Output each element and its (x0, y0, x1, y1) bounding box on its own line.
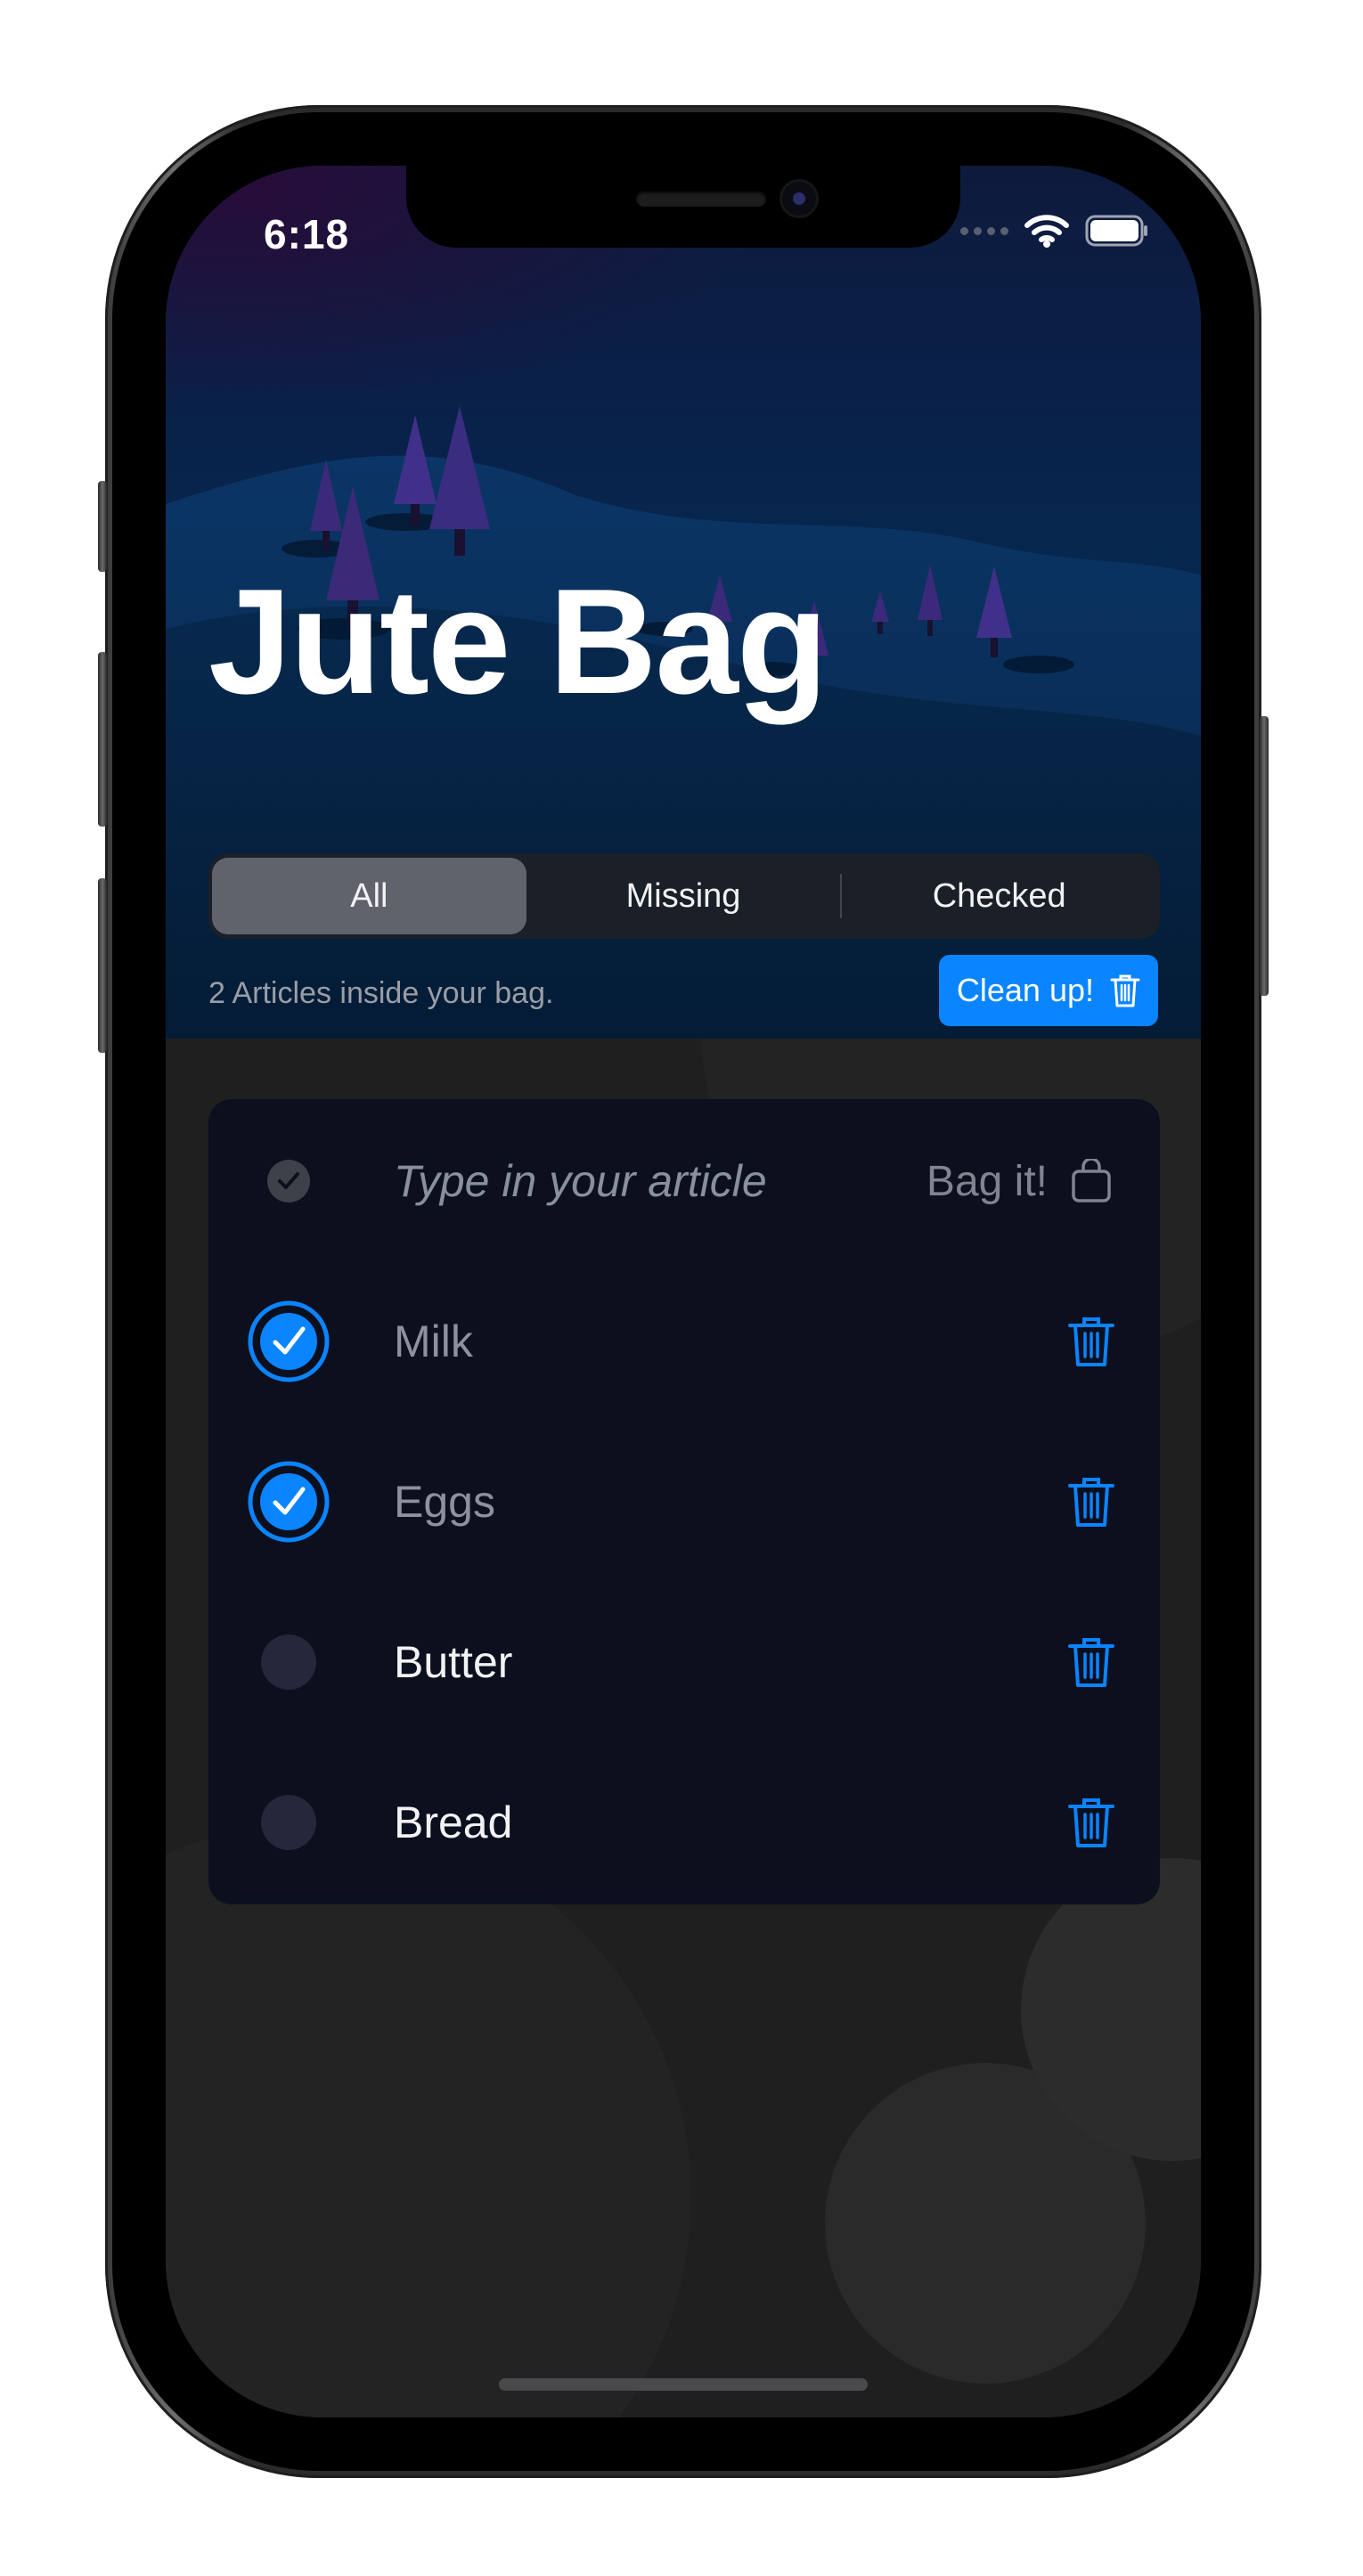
bezel: 6:18 Jute Bag All Missing Checked 2 Arti… (112, 112, 1254, 2471)
unchecked-circle-icon[interactable] (248, 1781, 330, 1863)
screen: 6:18 Jute Bag All Missing Checked 2 Arti… (166, 166, 1201, 2417)
cellular-signal-icon (960, 226, 1008, 235)
list-item: Butter (208, 1582, 1160, 1742)
trash-icon[interactable] (1067, 1475, 1115, 1528)
segment-label: Checked (932, 876, 1066, 915)
front-camera (782, 182, 816, 216)
articles-count-text: 2 Articles inside your bag. (208, 976, 554, 1010)
volume-up-button (98, 652, 107, 827)
home-indicator[interactable] (499, 2378, 868, 2391)
power-button (1260, 716, 1269, 996)
clean-up-label: Clean up! (956, 972, 1094, 1008)
volume-down-button (98, 878, 107, 1053)
item-label: Eggs (394, 1477, 495, 1527)
segment-checked[interactable]: Checked (842, 858, 1156, 934)
checkmark-circle-icon (267, 1160, 310, 1202)
notch (406, 166, 960, 248)
clean-up-button[interactable]: Clean up! (938, 955, 1158, 1026)
item-label: Bread (394, 1797, 513, 1847)
item-label: Milk (394, 1317, 473, 1366)
unchecked-circle-icon[interactable] (248, 1621, 330, 1703)
battery-icon (1085, 215, 1147, 247)
list-item: Eggs (208, 1422, 1160, 1582)
speaker-grille (636, 191, 766, 207)
item-label: Butter (394, 1637, 513, 1687)
new-article-row: Type in your article Bag it! (208, 1101, 1160, 1261)
segment-label: All (350, 876, 388, 915)
segment-missing[interactable]: Missing (526, 858, 841, 934)
segment-all[interactable]: All (212, 858, 526, 934)
trash-icon[interactable] (1067, 1315, 1115, 1368)
checked-circle-icon[interactable] (248, 1461, 330, 1543)
status-icons (960, 214, 1149, 248)
hero-header: 6:18 Jute Bag All Missing Checked 2 Arti… (166, 166, 1201, 1039)
filter-segmented-control[interactable]: All Missing Checked (208, 853, 1160, 939)
bag-it-label: Bag it! (926, 1157, 1048, 1205)
checked-circle-icon[interactable] (248, 1300, 330, 1382)
phone-frame: 6:18 Jute Bag All Missing Checked 2 Arti… (98, 105, 1269, 2478)
list-item: Milk (208, 1261, 1160, 1422)
app-title: Jute Bag (208, 558, 828, 725)
articles-card: Type in your article Bag it! Milk Eggs B… (208, 1099, 1160, 1904)
list-item: Bread (208, 1742, 1160, 1903)
trash-icon[interactable] (1067, 1796, 1115, 1849)
bag-it-button[interactable]: Bag it! (926, 1101, 1112, 1261)
shopping-bag-icon (1072, 1159, 1111, 1202)
trash-icon[interactable] (1067, 1635, 1115, 1689)
segment-label: Missing (625, 876, 741, 915)
wifi-icon (1024, 215, 1069, 248)
action-button (98, 481, 107, 572)
article-input[interactable]: Type in your article (394, 1101, 767, 1261)
status-time: 6:18 (264, 211, 350, 257)
trash-icon (1110, 974, 1140, 1007)
